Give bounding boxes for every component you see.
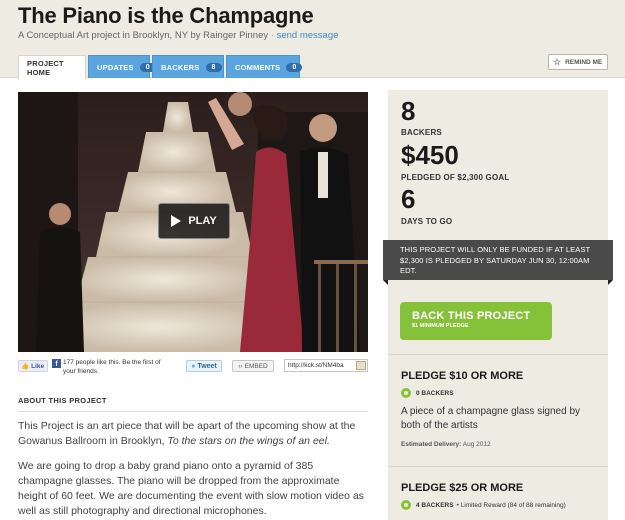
comments-count-badge: 0 [286, 62, 303, 72]
tab-label: BACKERS [161, 62, 200, 72]
embed-label: EMBED [244, 362, 268, 370]
pledged-amount: $450 [401, 140, 459, 170]
tab-project-home[interactable]: PROJECT HOME [18, 55, 86, 79]
remind-me-button[interactable]: ☆ REMIND ME [548, 54, 608, 70]
backers-count-badge: 8 [205, 62, 222, 72]
facebook-like-count: 177 people like this. Be the first of yo… [63, 359, 161, 375]
days-label: DAYS TO GO [401, 217, 453, 226]
page-title: The Piano is the Champagne [18, 3, 314, 28]
pledge-backer-count: 4 BACKERS [416, 501, 454, 509]
tweet-button[interactable]: ● Tweet [186, 360, 222, 372]
tab-comments[interactable]: COMMENTS 0 [226, 55, 303, 78]
star-icon: ☆ [553, 56, 562, 67]
pledge-tier[interactable]: PLEDGE $10 OR MORE 0 BACKERS A piece of … [388, 354, 608, 466]
embed-button[interactable]: ‹› EMBED [232, 360, 274, 372]
tab-label: UPDATES [97, 62, 134, 72]
facebook-icon: f [52, 359, 61, 368]
ribbon-fold [608, 280, 613, 285]
funding-sidebar: 8 BACKERS $450 PLEDGED OF $2,300 GOAL 6 … [383, 90, 613, 520]
backers-icon [401, 388, 411, 398]
back-this-project-button[interactable]: BACK THIS PROJECT $1 MINIMUM PLEDGE [400, 302, 552, 340]
byline-separator: · [270, 30, 274, 41]
social-share-bar: 👍 Like f 177 people like this. Be the fi… [18, 358, 368, 380]
short-url-value: http://kck.st/NM4ba [288, 362, 344, 369]
project-video[interactable]: PLAY [18, 92, 368, 352]
funding-notice-text: THIS PROJECT WILL ONLY BE FUNDED IF AT L… [400, 245, 590, 275]
about-paragraph-1: This Project is an art piece that will b… [18, 419, 368, 449]
backers-label: BACKERS [401, 128, 442, 137]
backers-icon [401, 500, 411, 510]
backers-count: 8 [401, 96, 416, 126]
project-subtitle: A Conceptual Art project in Brooklyn, NY… [18, 30, 338, 41]
about-heading: ABOUT THIS PROJECT [18, 396, 368, 412]
send-message-link[interactable]: send message [277, 30, 339, 41]
tab-updates[interactable]: UPDATES 0 [88, 55, 156, 78]
thumbs-up-icon: 👍 [21, 363, 30, 370]
tab-label: COMMENTS [235, 62, 281, 72]
about-paragraph-2: We are going to drop a baby grand piano … [18, 460, 364, 517]
pledge-heading: PLEDGE $10 OR MORE [401, 370, 524, 382]
days-count: 6 [401, 184, 416, 214]
funding-notice: THIS PROJECT WILL ONLY BE FUNDED IF AT L… [383, 240, 613, 285]
limited-reward-note: • Limited Reward (84 of 88 remaining) [456, 501, 566, 509]
code-icon: ‹› [238, 362, 243, 370]
tab-label: PROJECT HOME [27, 58, 64, 77]
pledged-goal-label: PLEDGED OF $2,300 GOAL [401, 173, 510, 182]
like-label: Like [31, 362, 45, 370]
pledge-heading: PLEDGE $25 OR MORE [401, 482, 524, 494]
short-url-field[interactable]: http://kck.st/NM4ba [284, 359, 368, 372]
back-button-sublabel: $1 MINIMUM PLEDGE [412, 323, 469, 329]
play-label: PLAY [188, 215, 217, 227]
delivery-date: Aug 2012 [462, 441, 491, 448]
play-button[interactable]: PLAY [158, 203, 230, 239]
about-p1-italic: To the stars on the wings of an eel. [167, 435, 330, 447]
project-header: The Piano is the Champagne A Conceptual … [0, 0, 625, 79]
tweet-label: Tweet [197, 362, 217, 370]
pledge-tier[interactable]: PLEDGE $25 OR MORE 4 BACKERS • Limited R… [388, 466, 608, 520]
twitter-bird-icon: ● [191, 362, 196, 370]
pledge-backer-count: 0 BACKERS [416, 389, 454, 397]
copy-icon[interactable] [356, 361, 366, 370]
pledge-backers: 4 BACKERS • Limited Reward (84 of 88 rem… [401, 500, 595, 510]
project-byline: A Conceptual Art project in Brooklyn, NY… [18, 30, 269, 41]
back-button-label: BACK THIS PROJECT [412, 310, 531, 322]
pledge-description: A piece of a champagne glass signed by b… [401, 406, 581, 431]
ribbon-fold [383, 280, 388, 285]
play-icon [171, 215, 182, 227]
tab-backers[interactable]: BACKERS 8 [152, 55, 224, 78]
delivery-label: Estimated Delivery: [401, 441, 462, 448]
remind-me-label: REMIND ME [565, 58, 603, 66]
facebook-like-button[interactable]: 👍 Like [18, 360, 48, 372]
pledge-backers: 0 BACKERS [401, 388, 595, 398]
pledge-delivery: Estimated Delivery: Aug 2012 [401, 441, 595, 448]
